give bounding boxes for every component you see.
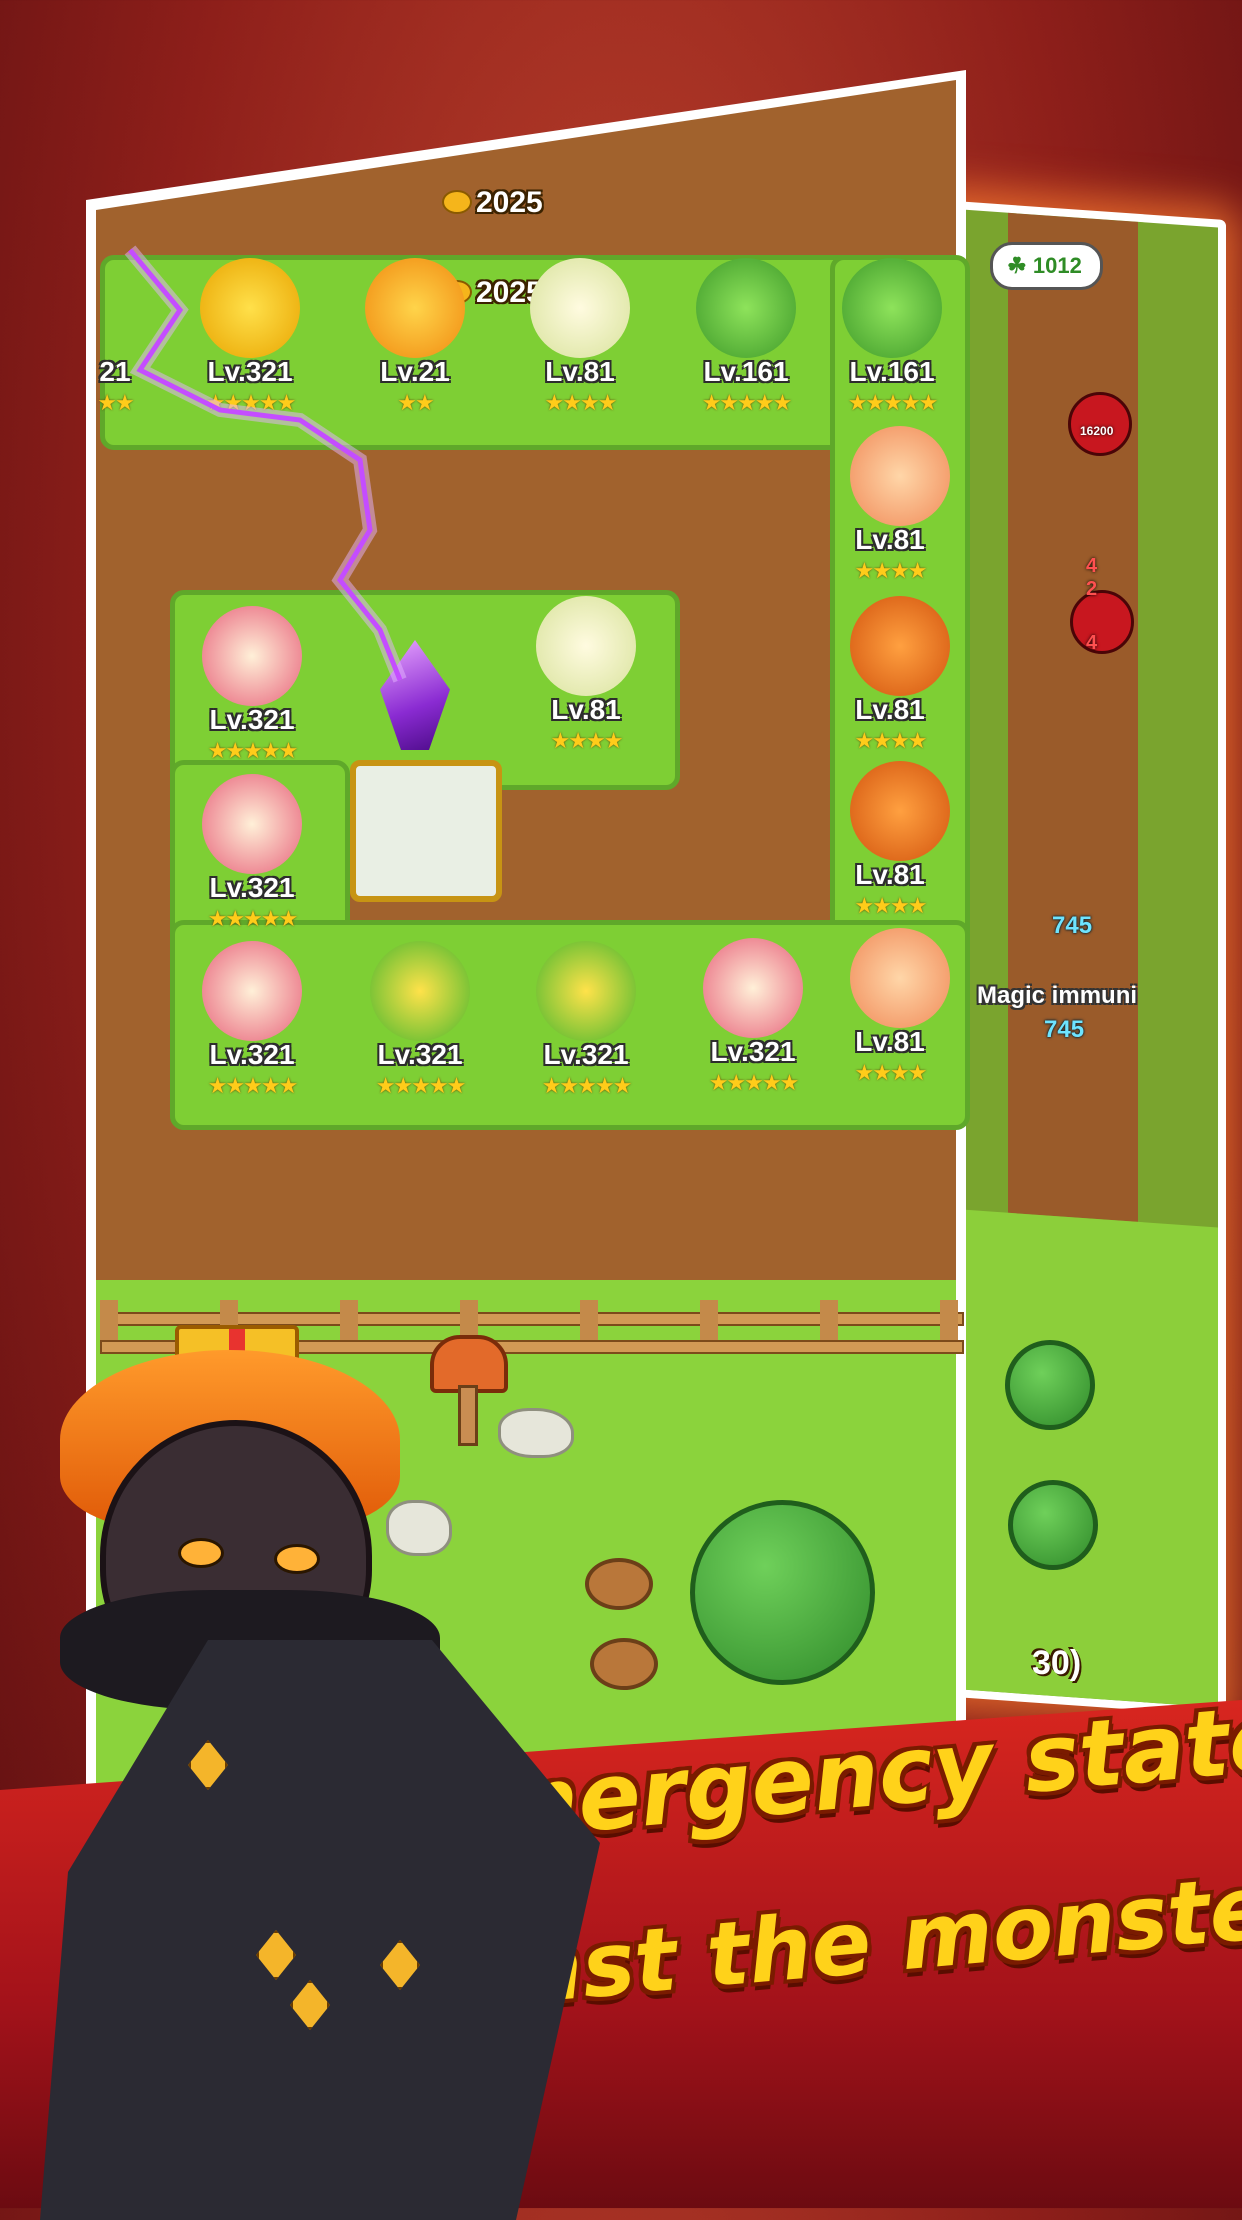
- coin-icon: [442, 190, 472, 214]
- cactus-plant: [696, 258, 796, 358]
- plant-tile[interactable]: Lv.321 ★★★★★: [172, 768, 332, 938]
- tree-stump: [590, 1638, 658, 1690]
- character-eye: [274, 1544, 320, 1574]
- star-icon: ★★★★★: [207, 1073, 299, 1098]
- enemy-damage-1: 4: [1086, 555, 1098, 577]
- star-icon: ★★★★: [854, 558, 928, 583]
- next-wave-button[interactable]: 30): [1032, 1644, 1081, 1683]
- plant-level: Lv.81: [545, 356, 615, 387]
- star-icon: ★★★★: [854, 1060, 928, 1085]
- pink-petal-plant: [202, 941, 302, 1041]
- enemy-path: [1008, 212, 1138, 1222]
- plant-tile[interactable]: Lv.81 ★★★★: [820, 420, 960, 590]
- mushroom-plant: [850, 426, 950, 526]
- cactus-plant: [842, 258, 942, 358]
- peashooter-plant: [536, 941, 636, 1041]
- plant-tile[interactable]: Lv.321 ★★★★★: [172, 935, 332, 1105]
- coin-counter: 2025: [442, 186, 543, 220]
- enemy-hp-label: 16200: [1080, 424, 1114, 438]
- enemy-red-beetle: [1070, 590, 1134, 654]
- peashooter-plant: [370, 941, 470, 1041]
- plant-tile[interactable]: Lv.81 ★★★★: [500, 252, 660, 422]
- plant-level: Lv.321: [710, 1036, 796, 1067]
- plant-level: Lv.321: [377, 1039, 463, 1070]
- star-icon: ★★★★★: [701, 390, 793, 415]
- tree: [690, 1500, 875, 1685]
- star-icon: ★★★★: [854, 728, 928, 753]
- plant-tile[interactable]: Lv.161 ★★★★★: [828, 252, 956, 422]
- orange-monster-plant: [850, 596, 950, 696]
- star-icon: ★★★★★: [207, 738, 299, 763]
- plant-level: Lv.81: [855, 1026, 925, 1057]
- plant-level: Lv.81: [551, 694, 621, 725]
- mushroom-plant: [850, 928, 950, 1028]
- damage-number: 745: [1044, 1016, 1085, 1043]
- clover-icon: ☘: [1007, 253, 1027, 278]
- plant-tile[interactable]: Lv.81 ★★★★: [506, 590, 666, 760]
- back-meadow: [948, 1208, 1218, 1708]
- plant-tile[interactable]: Lv.321 ★★★★★: [673, 932, 833, 1102]
- tree: [1008, 1480, 1098, 1570]
- tree-stump: [585, 1558, 653, 1610]
- plant-tile[interactable]: Lv.81 ★★★★: [820, 755, 960, 925]
- tree: [1005, 1340, 1095, 1430]
- plant-level: Lv.321: [209, 704, 295, 735]
- rock: [386, 1500, 452, 1556]
- radish-plant: [536, 596, 636, 696]
- plant-level: Lv.321: [209, 872, 295, 903]
- star-icon: ★★★★★: [375, 1073, 467, 1098]
- plant-level: Lv.81: [855, 524, 925, 555]
- mailbox-post: [458, 1385, 478, 1446]
- star-icon: ★★★★: [544, 390, 618, 415]
- magic-immunity-label: Magic immuni: [977, 982, 1138, 1009]
- plant-level: Lv.321: [543, 1039, 629, 1070]
- enemy-damage-2: 2: [1086, 578, 1098, 600]
- lightning-bolt: [124, 245, 407, 683]
- plant-level: Lv.81: [855, 859, 925, 890]
- clover-counter[interactable]: ☘ 1012: [990, 242, 1103, 290]
- star-icon: ★★★★: [550, 728, 624, 753]
- shrine-building[interactable]: [350, 760, 502, 902]
- orange-monster-plant: [850, 761, 950, 861]
- plant-tile[interactable]: Lv.161 ★★★★★: [666, 252, 826, 422]
- plant-tile[interactable]: Lv.81 ★★★★: [820, 590, 960, 760]
- plant-tile[interactable]: Lv.81 ★★★★: [820, 922, 960, 1092]
- plant-tile[interactable]: Lv.321 ★★★★★: [506, 935, 666, 1105]
- star-icon: ★★★★★: [541, 1073, 633, 1098]
- star-icon: ★★★★★: [847, 390, 939, 415]
- pink-petal-plant: [202, 774, 302, 874]
- plant-level: Lv.161: [849, 356, 935, 387]
- plant-level: Lv.321: [209, 1039, 295, 1070]
- radish-plant: [530, 258, 630, 358]
- plant-level: Lv.161: [703, 356, 789, 387]
- damage-number: 745: [1052, 912, 1093, 939]
- plant-tile[interactable]: Lv.321 ★★★★★: [340, 935, 500, 1105]
- star-icon: ★★★★★: [207, 906, 299, 931]
- star-icon: ★★★★★: [708, 1070, 800, 1095]
- pink-petal-plant: [703, 938, 803, 1038]
- enemy-damage-3: 4: [1086, 632, 1098, 654]
- plant-level: Lv.81: [855, 694, 925, 725]
- character-eye: [178, 1538, 224, 1568]
- rock: [498, 1408, 574, 1458]
- star-icon: ★★★★: [854, 893, 928, 918]
